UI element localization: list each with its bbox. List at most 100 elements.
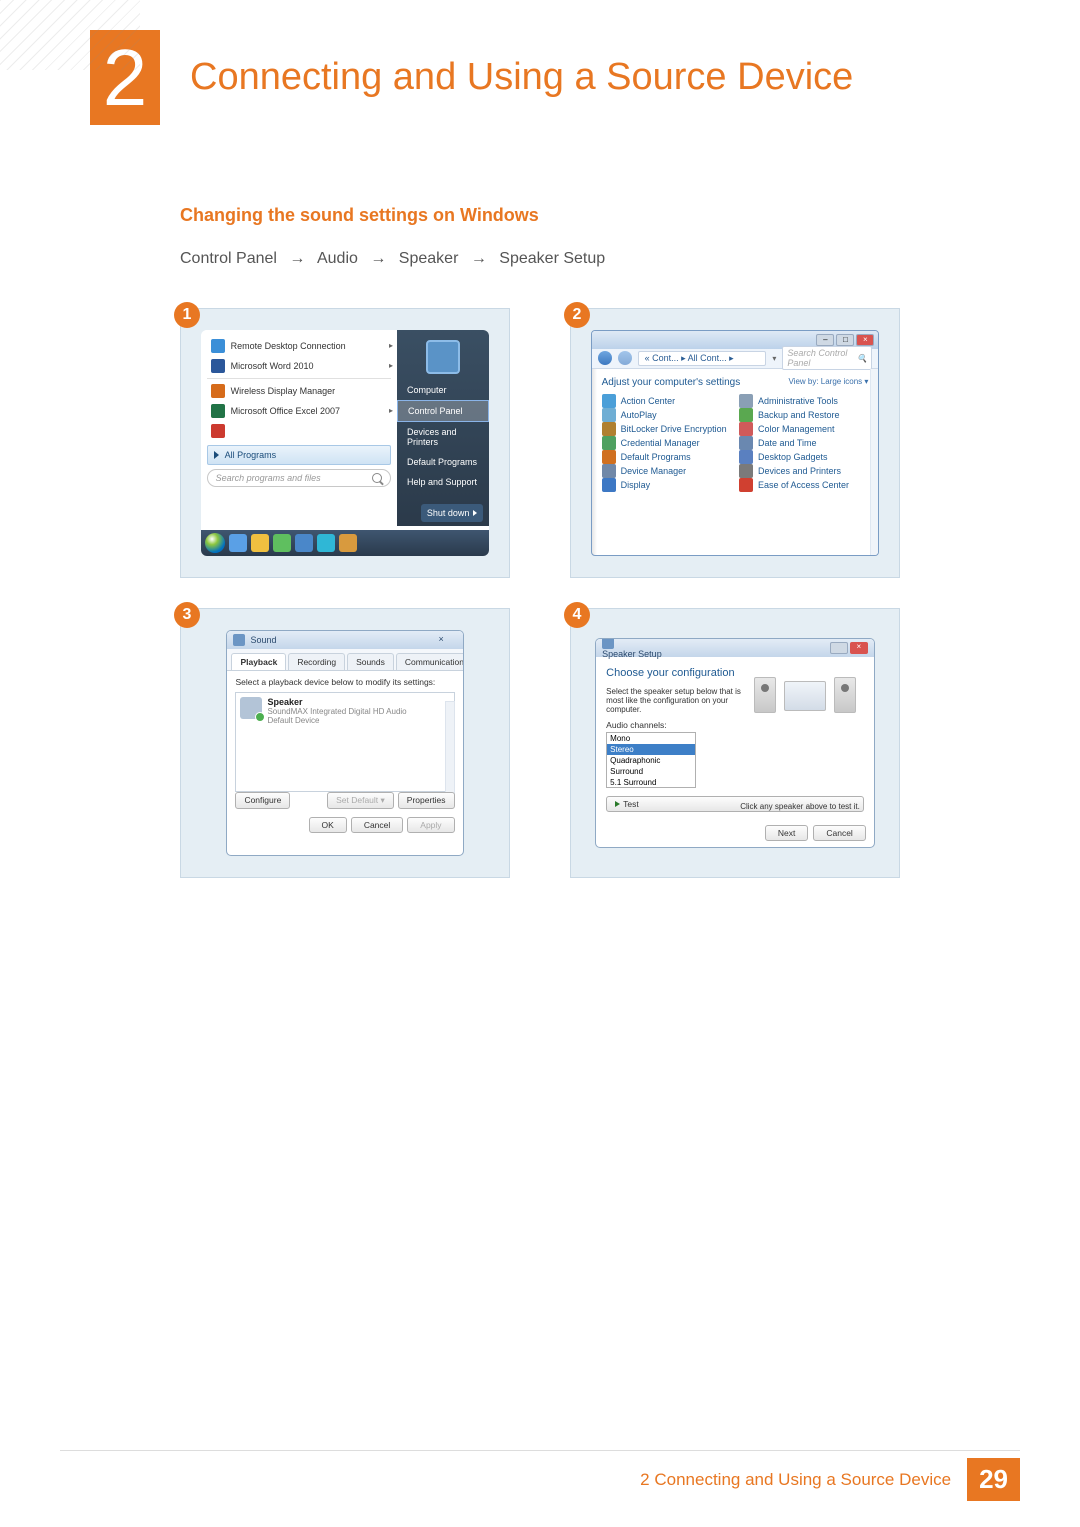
window-left-edge [592, 369, 597, 556]
cp-item-devices-printers[interactable]: Devices and Printers [739, 464, 868, 478]
right-pane-item[interactable]: Default Programs [397, 452, 489, 472]
minimize-button[interactable]: – [816, 334, 834, 346]
close-button[interactable]: × [856, 334, 874, 346]
cp-item-display[interactable]: Display [602, 478, 731, 492]
cp-item-autoplay[interactable]: AutoPlay [602, 408, 731, 422]
scrollbar[interactable] [445, 701, 455, 801]
cancel-button[interactable]: Cancel [351, 817, 403, 833]
chevron-right-icon [473, 510, 477, 516]
device-item[interactable]: Speaker SoundMAX Integrated Digital HD A… [240, 697, 449, 725]
tab-sounds[interactable]: Sounds [347, 653, 394, 670]
channel-option[interactable]: Surround [607, 766, 695, 777]
channel-option[interactable]: Mono [607, 733, 695, 744]
screenshot-frame: Speaker Setup × Choose your configuratio… [570, 608, 900, 878]
start-orb-icon[interactable] [205, 533, 225, 553]
screenshot-grid: 1 Remote Desktop Connection ▸ Microsoft … [180, 308, 900, 878]
cp-item-ease-of-access[interactable]: Ease of Access Center [739, 478, 868, 492]
taskbar-explorer-icon[interactable] [251, 534, 269, 552]
shutdown-label: Shut down [427, 508, 470, 518]
control-panel-body: Adjust your computer's settings View by:… [592, 369, 879, 500]
search-placeholder: Search programs and files [216, 473, 321, 483]
app-icon [211, 424, 225, 438]
search-input[interactable]: Search programs and files [207, 469, 391, 487]
right-pane-item[interactable]: Computer [397, 380, 489, 400]
right-speaker-icon[interactable] [834, 677, 856, 713]
search-icon [372, 473, 382, 483]
tab-recording[interactable]: Recording [288, 653, 345, 670]
taskbar-folder-icon[interactable] [339, 534, 357, 552]
window-titlebar: Speaker Setup × [596, 639, 874, 657]
cp-item-backup[interactable]: Backup and Restore [739, 408, 868, 422]
right-pane-item-control-panel[interactable]: Control Panel [397, 400, 489, 422]
minimize-button[interactable] [830, 642, 848, 654]
dialog-button-row: OK Cancel Apply [309, 817, 455, 833]
right-pane-item[interactable]: Devices and Printers [397, 422, 489, 452]
cp-item-date-time[interactable]: Date and Time [739, 436, 868, 450]
forward-button[interactable] [618, 351, 632, 365]
taskbar-app-icon[interactable] [273, 534, 291, 552]
view-by-label[interactable]: View by: Large icons ▾ [788, 377, 868, 388]
cp-item-default-programs[interactable]: Default Programs [602, 450, 731, 464]
start-menu-left-pane: Remote Desktop Connection ▸ Microsoft Wo… [201, 330, 397, 527]
taskbar-wmp-icon[interactable] [317, 534, 335, 552]
start-menu-item[interactable] [207, 421, 391, 441]
cp-item-color[interactable]: Color Management [739, 422, 868, 436]
cp-item-admin-tools[interactable]: Administrative Tools [739, 394, 868, 408]
next-button[interactable]: Next [765, 825, 808, 841]
step-badge-1: 1 [174, 302, 200, 328]
step-badge-3: 3 [174, 602, 200, 628]
shutdown-button[interactable]: Shut down [421, 504, 484, 522]
ok-button[interactable]: OK [309, 817, 347, 833]
color-icon [739, 422, 753, 436]
start-menu-item[interactable]: Wireless Display Manager [207, 381, 391, 401]
start-menu-label: Wireless Display Manager [231, 386, 336, 396]
screenshot-frame: – □ × « Cont... ▸ All Cont... ▸ ▾ Search… [570, 308, 900, 578]
start-menu-item[interactable]: Microsoft Word 2010 ▸ [207, 356, 391, 376]
apply-button[interactable]: Apply [407, 817, 454, 833]
path-segment: Speaker [399, 250, 459, 267]
speaker-device-icon [240, 697, 262, 719]
tools-icon [739, 394, 753, 408]
channel-option[interactable]: Quadraphonic [607, 755, 695, 766]
cp-item-action-center[interactable]: Action Center [602, 394, 731, 408]
start-menu-item[interactable]: Remote Desktop Connection ▸ [207, 336, 391, 356]
start-menu: Remote Desktop Connection ▸ Microsoft Wo… [201, 330, 490, 557]
start-menu-item[interactable]: Microsoft Office Excel 2007 ▸ [207, 401, 391, 421]
channel-option[interactable]: 5.1 Surround [607, 777, 695, 788]
sound-dialog: Sound × Playback Recording Sounds Commun… [226, 630, 463, 857]
left-speaker-icon[interactable] [754, 677, 776, 713]
search-input[interactable]: Search Control Panel 🔍 [782, 346, 872, 370]
configure-button[interactable]: Configure [235, 792, 290, 809]
start-menu-right-pane: Computer Control Panel Devices and Print… [397, 330, 489, 527]
cancel-button[interactable]: Cancel [813, 825, 865, 841]
taskbar [201, 530, 490, 556]
maximize-button[interactable]: □ [836, 334, 854, 346]
arrow-icon: → [471, 250, 487, 267]
all-programs-button[interactable]: All Programs [207, 445, 391, 465]
cp-item-device-manager[interactable]: Device Manager [602, 464, 731, 478]
tab-communications[interactable]: Communications [396, 653, 464, 670]
breadcrumb[interactable]: « Cont... ▸ All Cont... ▸ [638, 351, 767, 366]
description-text: Select the speaker setup below that is m… [606, 687, 748, 714]
test-label: Test [623, 799, 639, 809]
printer-icon [739, 464, 753, 478]
minimize-button[interactable] [419, 634, 437, 646]
channel-option-selected[interactable]: Stereo [607, 744, 695, 755]
device-list[interactable]: Speaker SoundMAX Integrated Digital HD A… [235, 692, 454, 792]
taskbar-ie-icon[interactable] [295, 534, 313, 552]
all-programs-label: All Programs [225, 450, 277, 460]
cp-item-credential[interactable]: Credential Manager [602, 436, 731, 450]
close-button[interactable]: × [439, 634, 457, 646]
cp-item-gadgets[interactable]: Desktop Gadgets [739, 450, 868, 464]
tab-playback[interactable]: Playback [231, 653, 286, 670]
close-button[interactable]: × [850, 642, 868, 654]
properties-button[interactable]: Properties [398, 792, 455, 809]
cp-item-bitlocker[interactable]: BitLocker Drive Encryption [602, 422, 731, 436]
taskbar-ie-icon[interactable] [229, 534, 247, 552]
set-default-button[interactable]: Set Default ▾ [327, 792, 394, 809]
channels-listbox[interactable]: Mono Stereo Quadraphonic Surround 5.1 Su… [606, 732, 696, 788]
right-pane-item[interactable]: Help and Support [397, 472, 489, 492]
back-button[interactable] [598, 351, 612, 365]
wireless-display-icon [211, 384, 225, 398]
scrollbar[interactable] [870, 369, 878, 556]
